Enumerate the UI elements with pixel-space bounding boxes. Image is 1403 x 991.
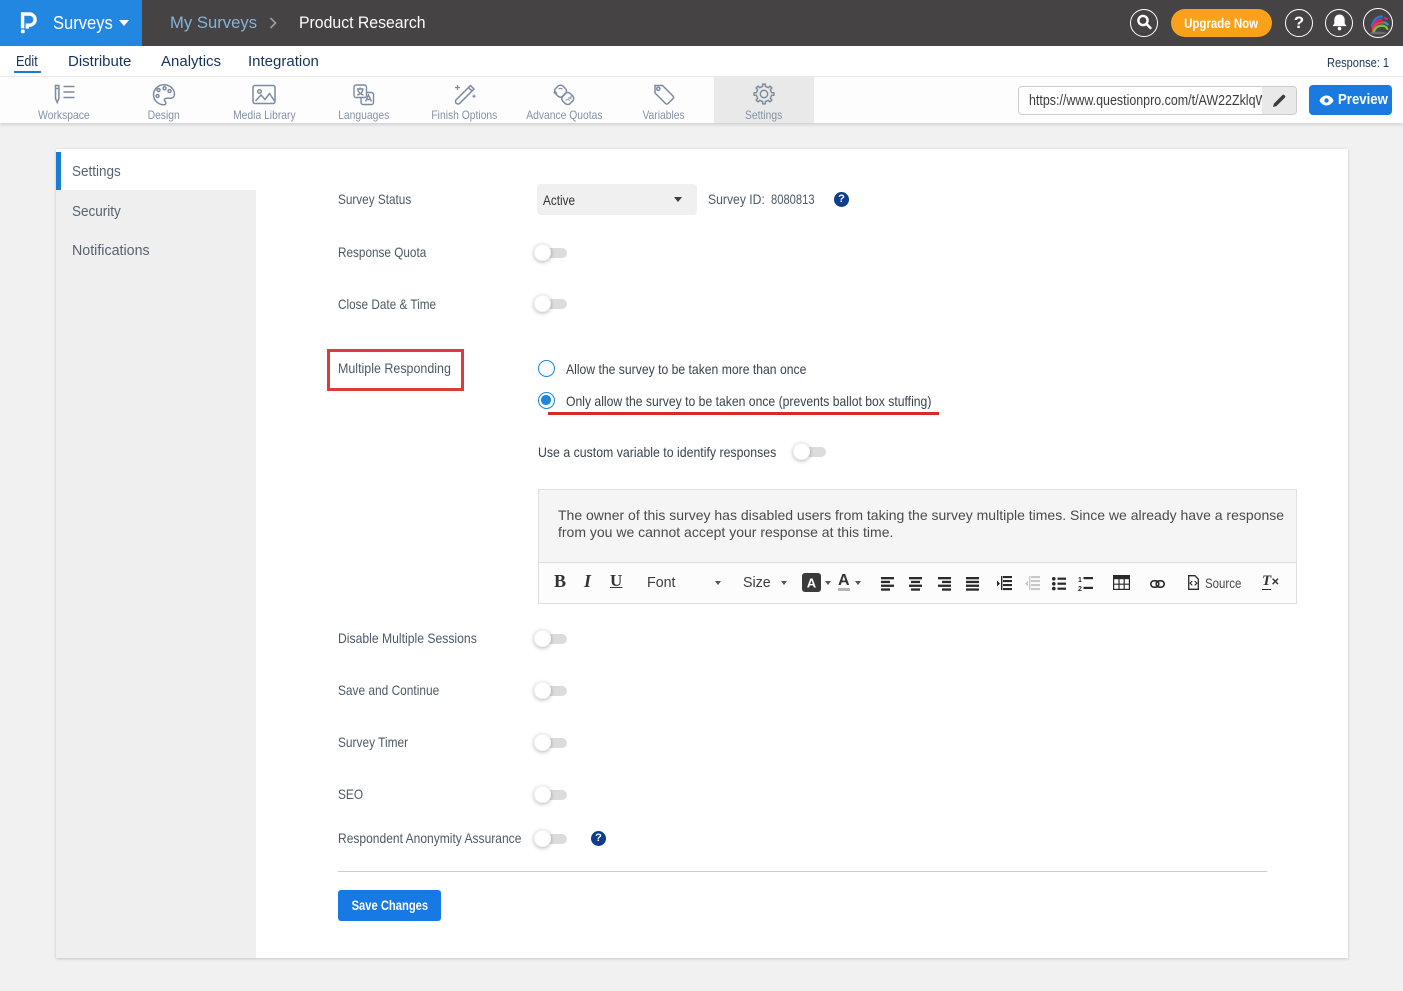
svg-text:1: 1 (1078, 577, 1082, 584)
svg-text:A: A (807, 576, 817, 591)
svg-text:2: 2 (1078, 586, 1082, 591)
